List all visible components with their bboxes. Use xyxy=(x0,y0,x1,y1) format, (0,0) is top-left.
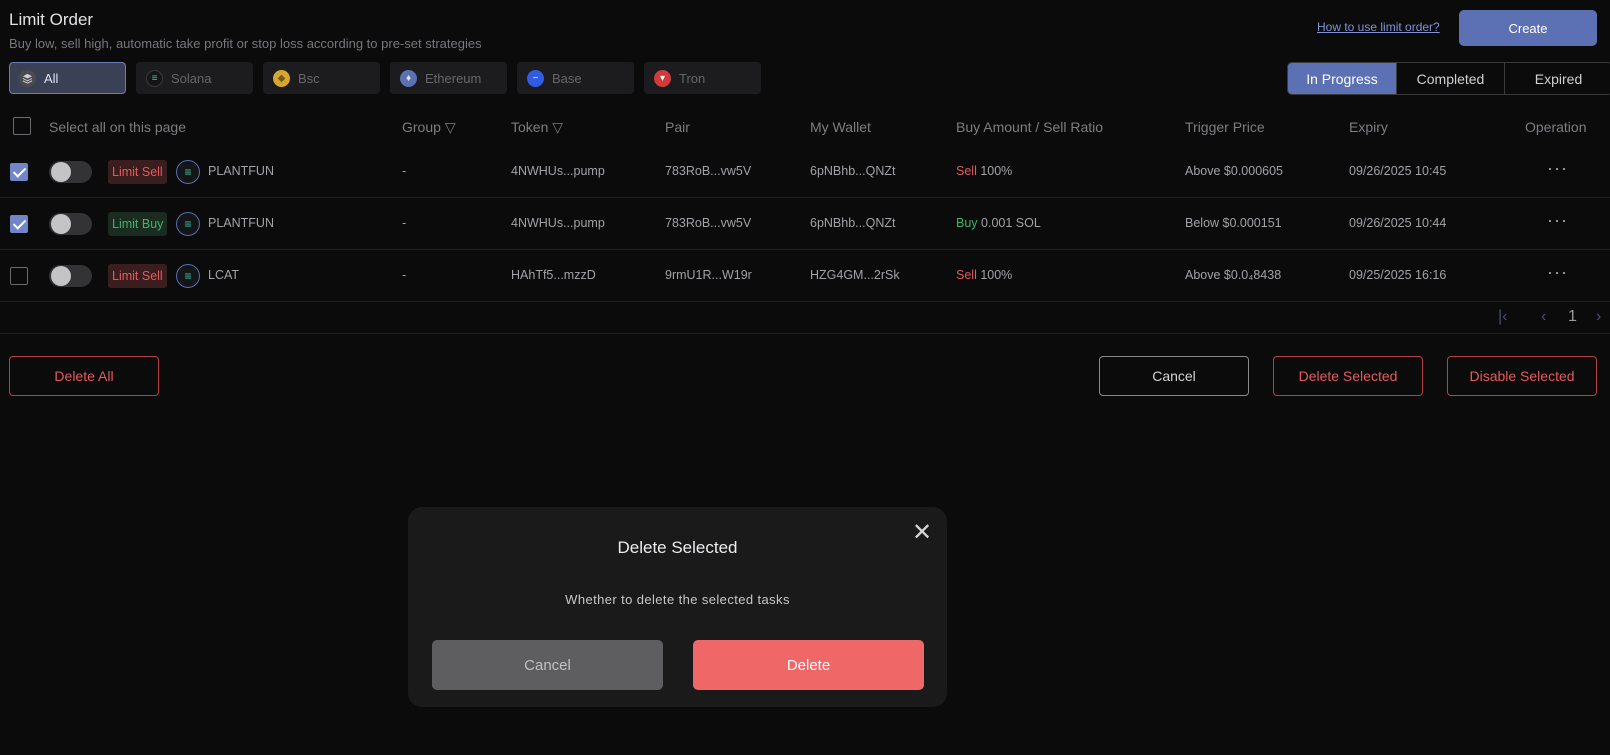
row-checkbox[interactable] xyxy=(10,163,28,181)
filter-icon[interactable]: ▽ xyxy=(552,119,563,135)
select-all-label: Select all on this page xyxy=(49,119,186,135)
table-row: Limit Sell ≡ PLANTFUN - 4NWHUs...pump 78… xyxy=(0,146,1610,198)
order-type-badge: Limit Sell xyxy=(108,264,167,288)
order-type-badge: Limit Buy xyxy=(108,212,168,236)
tab-in-progress[interactable]: In Progress xyxy=(1288,63,1396,94)
table-header: Select all on this page Group ▽ Token ▽ … xyxy=(0,116,1610,138)
modal-delete-button[interactable]: Delete xyxy=(693,640,924,690)
status-tabs: In Progress Completed Expired xyxy=(1287,62,1610,95)
column-token[interactable]: Token ▽ xyxy=(511,119,563,136)
expiry-value: 09/26/2025 10:45 xyxy=(1349,164,1447,178)
chain-ethereum[interactable]: ♦ Ethereum xyxy=(390,62,507,94)
row-toggle[interactable] xyxy=(49,265,92,287)
tron-icon: ▾ xyxy=(654,69,671,87)
divider xyxy=(0,333,1610,334)
chain-bsc[interactable]: ◆ Bsc xyxy=(263,62,380,94)
layers-icon xyxy=(19,69,36,87)
trigger-price: Below $0.000151 xyxy=(1185,216,1282,230)
trigger-price: Above $0.000605 xyxy=(1185,164,1284,178)
delete-all-button[interactable]: Delete All xyxy=(9,356,159,396)
create-button[interactable]: Create xyxy=(1459,10,1597,46)
order-type-badge: Limit Sell xyxy=(108,160,167,184)
table-row: Limit Buy ≡ PLANTFUN - 4NWHUs...pump 783… xyxy=(0,198,1610,250)
delete-selected-button[interactable]: Delete Selected xyxy=(1273,356,1423,396)
expiry-value: 09/26/2025 10:44 xyxy=(1349,216,1447,230)
column-amount: Buy Amount / Sell Ratio xyxy=(956,119,1104,135)
tab-completed[interactable]: Completed xyxy=(1396,63,1504,94)
solana-icon: ≡ xyxy=(176,212,200,236)
modal-title: Delete Selected xyxy=(617,538,738,557)
wallet-address[interactable]: 6pNBhb...QNZt xyxy=(810,216,895,230)
column-wallet: My Wallet xyxy=(810,119,871,135)
amount-value: Sell 100% xyxy=(956,268,1013,282)
page-header: Limit Order Buy low, sell high, automati… xyxy=(9,10,482,51)
row-toggle[interactable] xyxy=(49,161,92,183)
table-row: Limit Sell ≡ LCAT - HAhTf5...mzzD 9rmU1R… xyxy=(0,250,1610,302)
solana-icon: ≡ xyxy=(176,160,200,184)
chain-tron[interactable]: ▾ Tron xyxy=(644,62,761,94)
column-group[interactable]: Group ▽ xyxy=(402,119,456,136)
page-subtitle: Buy low, sell high, automatic take profi… xyxy=(9,36,482,51)
chain-filter: All ≡ Solana ◆ Bsc ♦ Ethereum − Base ▾ T… xyxy=(9,62,761,94)
token-address[interactable]: 4NWHUs...pump xyxy=(511,164,605,178)
chain-solana[interactable]: ≡ Solana xyxy=(136,62,253,94)
close-icon[interactable]: ✕ xyxy=(912,521,932,545)
more-icon[interactable]: ··· xyxy=(1547,210,1568,231)
column-pair: Pair xyxy=(665,119,690,135)
tab-expired[interactable]: Expired xyxy=(1504,63,1610,94)
wallet-address[interactable]: 6pNBhb...QNZt xyxy=(810,164,895,178)
pair-address[interactable]: 783RoB...vw5V xyxy=(665,216,751,230)
wallet-address[interactable]: HZG4GM...2rSk xyxy=(810,268,900,282)
column-expiry: Expiry xyxy=(1349,119,1388,135)
row-checkbox[interactable] xyxy=(10,215,28,233)
page-title: Limit Order xyxy=(9,10,94,29)
token-name: PLANTFUN xyxy=(208,164,274,178)
help-link[interactable]: How to use limit order? xyxy=(1317,20,1440,34)
more-icon[interactable]: ··· xyxy=(1547,262,1568,283)
modal-cancel-button[interactable]: Cancel xyxy=(432,640,663,690)
prev-page-icon[interactable]: ‹ xyxy=(1541,308,1546,326)
group-value: - xyxy=(402,268,407,282)
disable-selected-button[interactable]: Disable Selected xyxy=(1447,356,1597,396)
more-icon[interactable]: ··· xyxy=(1547,158,1568,179)
delete-modal: Delete Selected ✕ Whether to delete the … xyxy=(408,507,947,707)
select-all-checkbox[interactable] xyxy=(13,117,31,135)
filter-icon[interactable]: ▽ xyxy=(445,119,456,135)
next-page-icon[interactable]: › xyxy=(1596,308,1601,326)
chain-base[interactable]: − Base xyxy=(517,62,634,94)
trigger-price: Above $0.0₄8438 xyxy=(1185,268,1282,282)
ethereum-icon: ♦ xyxy=(400,69,417,87)
group-value: - xyxy=(402,216,407,230)
amount-value: Buy 0.001 SOL xyxy=(956,216,1041,230)
cancel-button[interactable]: Cancel xyxy=(1099,356,1249,396)
token-name: LCAT xyxy=(208,268,240,282)
first-page-icon[interactable]: |‹ xyxy=(1498,308,1507,326)
column-operation: Operation xyxy=(1525,119,1587,135)
solana-icon: ≡ xyxy=(146,69,163,87)
modal-message: Whether to delete the selected tasks xyxy=(565,592,790,607)
base-icon: − xyxy=(527,69,544,87)
chain-all[interactable]: All xyxy=(9,62,126,94)
pair-address[interactable]: 783RoB...vw5V xyxy=(665,164,751,178)
row-checkbox[interactable] xyxy=(10,267,28,285)
token-name: PLANTFUN xyxy=(208,216,274,230)
page-number[interactable]: 1 xyxy=(1568,308,1577,326)
token-address[interactable]: 4NWHUs...pump xyxy=(511,216,605,230)
column-trigger: Trigger Price xyxy=(1185,119,1265,135)
expiry-value: 09/25/2025 16:16 xyxy=(1349,268,1447,282)
token-address[interactable]: HAhTf5...mzzD xyxy=(511,268,596,282)
amount-value: Sell 100% xyxy=(956,164,1013,178)
row-toggle[interactable] xyxy=(49,213,92,235)
solana-icon: ≡ xyxy=(176,264,200,288)
group-value: - xyxy=(402,164,407,178)
pair-address[interactable]: 9rmU1R...W19r xyxy=(665,268,752,282)
bsc-icon: ◆ xyxy=(273,69,290,87)
